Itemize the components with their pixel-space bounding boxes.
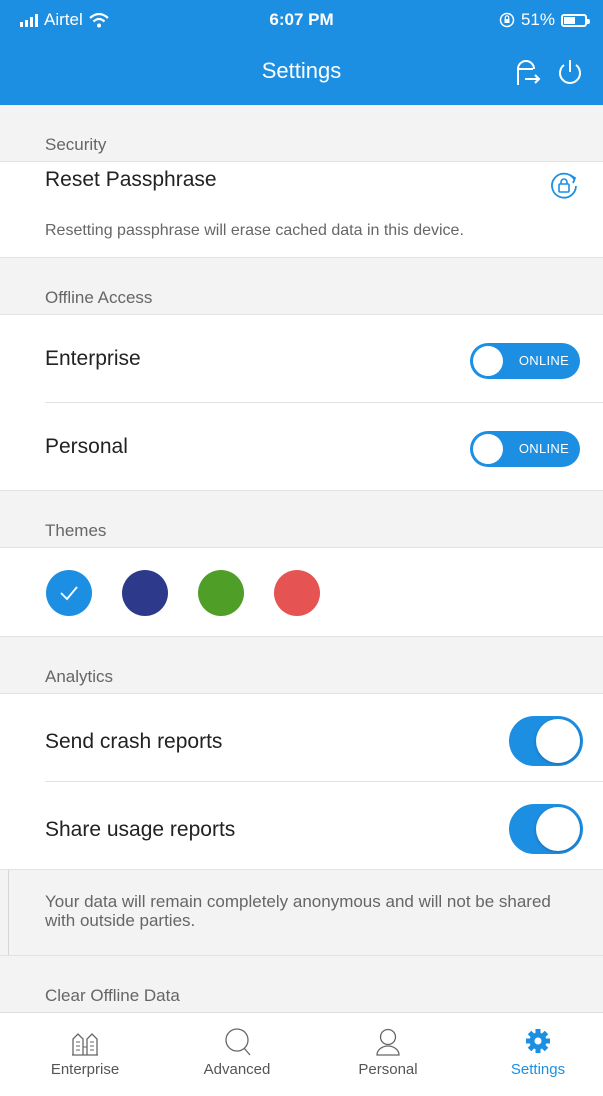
crash-reports-switch[interactable] (509, 716, 583, 766)
switch-account-icon[interactable] (509, 55, 543, 89)
toggle-status: ONLINE (518, 441, 570, 456)
offline-enterprise-label: Enterprise (45, 347, 141, 370)
app-header: Airtel 6:07 PM 51% Settings (0, 0, 603, 105)
analytics-block: Send crash reports Share usage reports (0, 694, 603, 869)
tab-bar: Enterprise Advanced Personal Settings (0, 1012, 603, 1096)
person-icon (376, 1028, 400, 1056)
reset-lock-icon[interactable] (549, 170, 579, 200)
switch-knob (536, 807, 580, 851)
section-header-analytics: Analytics (0, 636, 603, 694)
tab-label: Advanced (203, 1061, 271, 1078)
battery-percent: 51% (520, 10, 555, 29)
usage-reports-label: Share usage reports (45, 818, 236, 841)
analytics-note: Your data will remain completely anonymo… (45, 892, 551, 930)
switch-knob (536, 719, 580, 763)
tab-label: Personal (358, 1061, 418, 1078)
section-header-clear-offline-data[interactable]: Clear Offline Data (0, 956, 603, 1012)
usage-reports-switch[interactable] (509, 804, 583, 854)
check-icon (60, 586, 78, 601)
offline-enterprise-toggle[interactable]: ONLINE (470, 343, 580, 379)
gear-icon (526, 1029, 550, 1053)
tab-personal[interactable]: Personal (313, 1013, 463, 1096)
tab-settings[interactable]: Settings (463, 1013, 603, 1096)
divider (45, 781, 603, 782)
divider (45, 402, 603, 403)
section-header-themes: Themes (0, 490, 603, 548)
theme-swatch-blue[interactable] (46, 570, 92, 616)
reset-passphrase-note: Resetting passphrase will erase cached d… (45, 222, 464, 239)
toggle-knob (473, 346, 503, 376)
power-icon[interactable] (553, 55, 587, 89)
toggle-status: ONLINE (518, 353, 570, 368)
battery-icon (561, 13, 590, 27)
crash-reports-label: Send crash reports (45, 730, 223, 753)
security-block: Reset Passphrase Resetting passphrase wi… (0, 162, 603, 257)
section-header-offline-access: Offline Access (0, 257, 603, 315)
tab-enterprise[interactable]: Enterprise (10, 1013, 160, 1096)
search-icon (225, 1028, 251, 1056)
theme-swatch-red[interactable] (274, 570, 320, 616)
tab-advanced[interactable]: Advanced (162, 1013, 312, 1096)
status-right: 51% (499, 10, 590, 30)
offline-personal-label: Personal (45, 435, 128, 458)
enterprise-icon (72, 1033, 98, 1056)
tab-label: Settings (510, 1061, 566, 1078)
reset-passphrase-label[interactable]: Reset Passphrase (45, 168, 217, 192)
toggle-knob (473, 434, 503, 464)
rotation-lock-icon (499, 12, 515, 28)
theme-swatch-green[interactable] (198, 570, 244, 616)
tab-label: Enterprise (50, 1061, 120, 1078)
theme-swatch-navy[interactable] (122, 570, 168, 616)
status-bar: Airtel 6:07 PM 51% (0, 0, 603, 38)
offline-personal-toggle[interactable]: ONLINE (470, 431, 580, 467)
offline-access-block: Enterprise ONLINE Personal ONLINE (0, 315, 603, 490)
analytics-note-area: Your data will remain completely anonymo… (0, 869, 603, 956)
section-header-security: Security (0, 105, 603, 162)
